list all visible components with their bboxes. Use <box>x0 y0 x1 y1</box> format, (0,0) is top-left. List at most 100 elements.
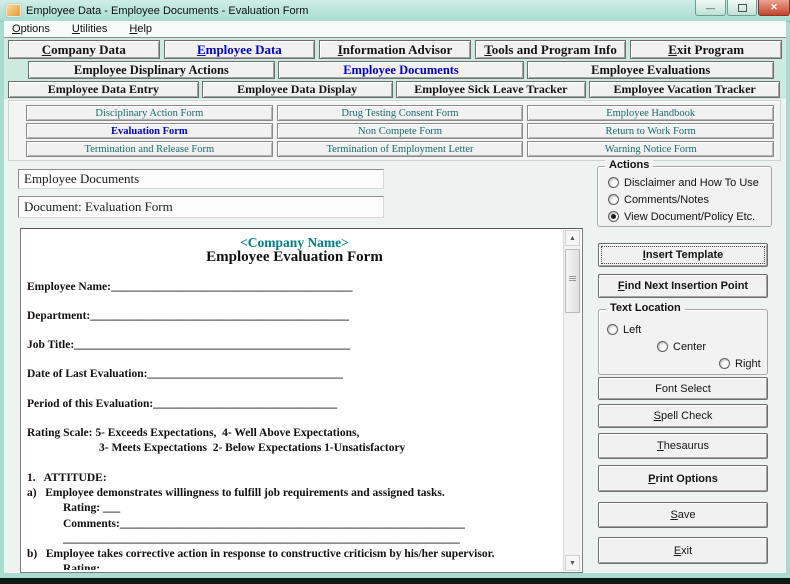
tab-label: Information Advisor <box>320 42 470 58</box>
tab-label: Employee Displinary Actions <box>29 63 274 78</box>
actions-group-title: Actions <box>605 159 653 171</box>
tab-employee-evaluations[interactable]: Employee Evaluations <box>527 61 774 79</box>
doc-line: ________________________________________… <box>27 532 562 547</box>
tab-label: Employee Data Display <box>203 82 392 97</box>
actions-option-disclaimer-and-how-to-use[interactable]: Disclaimer and How To Use <box>608 175 771 190</box>
tab-label: Company Data <box>9 42 159 58</box>
print-options-button[interactable]: Print Options <box>598 465 768 492</box>
tab-employee-displinary-actions[interactable]: Employee Displinary Actions <box>28 61 275 79</box>
document-field[interactable]: Document: Evaluation Form <box>18 196 384 218</box>
thesaurus-button[interactable]: Thesaurus <box>598 433 768 459</box>
radio-icon[interactable] <box>608 177 619 188</box>
form-button-termination-of-employment-letter[interactable]: Termination of Employment Letter <box>277 141 524 157</box>
text-location-option-label: Center <box>673 341 706 353</box>
actions-option-label: Disclaimer and How To Use <box>624 177 759 189</box>
close-button[interactable]: ✕ <box>758 0 790 16</box>
exit-button[interactable]: Exit <box>598 537 768 564</box>
doc-line: Job Title:______________________________… <box>27 338 562 353</box>
tab-label: Tools and Program Info <box>476 42 626 58</box>
menu-utilities[interactable]: Utilities <box>72 23 107 35</box>
actions-option-label: View Document/Policy Etc. <box>624 211 755 223</box>
forms-grid-row: Evaluation FormNon Compete FormReturn to… <box>26 123 774 139</box>
radio-icon[interactable] <box>607 324 618 335</box>
form-button-disciplinary-action-form[interactable]: Disciplinary Action Form <box>26 105 273 121</box>
save-button[interactable]: Save <box>598 502 768 528</box>
form-button-termination-and-release-form[interactable]: Termination and Release Form <box>26 141 273 157</box>
menu-bar: Options Utilities Help <box>4 21 786 38</box>
scrollbar-thumb[interactable] <box>565 249 580 313</box>
form-button-return-to-work-form[interactable]: Return to Work Form <box>527 123 774 139</box>
radio-icon[interactable] <box>608 211 619 222</box>
tab-tools-and-program-info[interactable]: Tools and Program Info <box>475 40 627 59</box>
text-location-group-title: Text Location <box>606 302 685 314</box>
maximize-button[interactable] <box>727 0 757 16</box>
form-button-employee-handbook[interactable]: Employee Handbook <box>527 105 774 121</box>
nav-row-main: Company Data Employee Data Information Adv… <box>8 40 782 59</box>
doc-line: Period of this Evaluation:______________… <box>27 397 562 412</box>
form-button-non-compete-form[interactable]: Non Compete Form <box>277 123 524 139</box>
doc-line: Rating: ___ <box>27 501 562 516</box>
actions-option-comments-notes[interactable]: Comments/Notes <box>608 192 771 207</box>
window-title: Employee Data - Employee Documents - Eva… <box>26 5 308 17</box>
doc-line: <Company Name> <box>27 235 562 250</box>
nav-row-trackers: Employee Data Entry Employee Data Display… <box>8 81 780 98</box>
actions-option-view-document-policy-etc[interactable]: View Document/Policy Etc. <box>608 209 771 224</box>
menu-options[interactable]: Options <box>12 23 50 35</box>
radio-icon[interactable] <box>719 358 730 369</box>
text-location-option-center[interactable]: Center <box>657 339 767 354</box>
actions-option-label: Comments/Notes <box>624 194 709 206</box>
tab-employee-documents[interactable]: Employee Documents <box>278 61 525 79</box>
doc-line: Comments:_______________________________… <box>27 517 562 532</box>
document-viewer[interactable]: <Company Name>Employee Evaluation FormEm… <box>20 228 583 573</box>
actions-groupbox: Actions Disclaimer and How To UseComment… <box>597 166 772 227</box>
app-icon <box>6 4 21 17</box>
radio-icon[interactable] <box>608 194 619 205</box>
tab-employee-sick-leave-tracker[interactable]: Employee Sick Leave Tracker <box>396 81 587 98</box>
vertical-scrollbar[interactable]: ▲ ▼ <box>563 230 581 571</box>
menu-help[interactable]: Help <box>129 23 152 35</box>
tab-information-advisor[interactable]: Information Advisor <box>319 40 471 59</box>
insert-template-button[interactable]: Insert Template <box>598 243 768 267</box>
tab-employee-vacation-tracker[interactable]: Employee Vacation Tracker <box>589 81 780 98</box>
category-field[interactable]: Employee Documents <box>18 169 384 189</box>
doc-line: a) Employee demonstrates willingness to … <box>27 486 562 501</box>
minimize-button[interactable]: — <box>695 0 726 16</box>
doc-line: 1. ATTITUDE: <box>27 471 562 486</box>
radio-icon[interactable] <box>657 341 668 352</box>
forms-grid-row: Disciplinary Action FormDrug Testing Con… <box>26 105 774 121</box>
tab-employee-data[interactable]: Employee Data <box>164 40 316 59</box>
nav-row-sections: Employee Displinary Actions Employee Docu… <box>28 61 774 79</box>
text-location-option-label: Left <box>623 324 641 336</box>
tab-label: Employee Data <box>165 42 315 58</box>
font-select-button[interactable]: Font Select <box>598 377 768 400</box>
maximize-icon <box>738 4 747 12</box>
tab-label: Employee Vacation Tracker <box>590 82 779 97</box>
scroll-up-icon[interactable]: ▲ <box>565 230 580 246</box>
forms-grid-row: Termination and Release FormTermination … <box>26 141 774 157</box>
form-button-evaluation-form[interactable]: Evaluation Form <box>26 123 273 139</box>
form-button-warning-notice-form[interactable]: Warning Notice Form <box>527 141 774 157</box>
tab-label: Employee Documents <box>279 63 524 78</box>
text-location-option-right[interactable]: Right <box>719 356 767 371</box>
scroll-down-icon[interactable]: ▼ <box>565 555 580 571</box>
doc-line: 3- Meets Expectations 2- Below Expectati… <box>27 441 562 456</box>
scrollbar-grip <box>569 276 576 277</box>
doc-line: b) Employee takes corrective action in r… <box>27 547 562 562</box>
tab-company-data[interactable]: Company Data <box>8 40 160 59</box>
tab-employee-data-entry[interactable]: Employee Data Entry <box>8 81 199 98</box>
form-button-drug-testing-consent-form[interactable]: Drug Testing Consent Form <box>277 105 524 121</box>
tab-exit-program[interactable]: Exit Program <box>630 40 782 59</box>
title-bar: Employee Data - Employee Documents - Eva… <box>0 0 790 22</box>
text-location-option-left[interactable]: Left <box>607 322 767 337</box>
close-icon: ✕ <box>770 2 778 13</box>
spell-check-button[interactable]: Spell Check <box>598 404 768 428</box>
doc-line: Date of Last Evaluation:________________… <box>27 367 562 382</box>
find-next-insertion-point-button[interactable]: Find Next Insertion Point <box>598 274 768 298</box>
tab-employee-data-display[interactable]: Employee Data Display <box>202 81 393 98</box>
doc-line: Department:_____________________________… <box>27 309 562 324</box>
tab-label: Employee Evaluations <box>528 63 773 78</box>
doc-line: Employee Name:__________________________… <box>27 280 562 295</box>
text-location-groupbox: Text Location LeftCenterRight <box>598 309 768 375</box>
document-content: <Company Name>Employee Evaluation FormEm… <box>27 231 562 570</box>
tab-label: Employee Sick Leave Tracker <box>397 82 586 97</box>
